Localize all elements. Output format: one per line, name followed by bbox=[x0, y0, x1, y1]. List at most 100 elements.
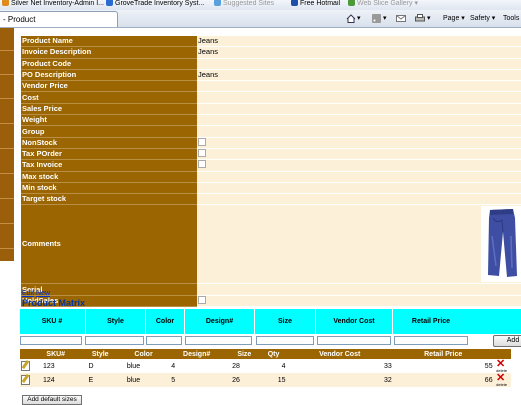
favorite-link-suggested-sites[interactable]: Suggested Sites bbox=[214, 0, 274, 9]
table-row: 124 E blue 5 26 15 32 66 ✕ delete bbox=[20, 373, 511, 387]
design-cell: 5 bbox=[165, 373, 229, 387]
field-row: Cost bbox=[21, 91, 521, 104]
field-value: Jeans bbox=[197, 46, 521, 59]
favorite-link-grovetrade[interactable]: GroveTrade Inventory Syst... bbox=[106, 0, 204, 9]
design-cell: 4 bbox=[165, 359, 229, 373]
holdsales-checkbox[interactable] bbox=[198, 295, 206, 304]
retail-price-input[interactable] bbox=[394, 336, 468, 345]
edit-icon[interactable] bbox=[21, 374, 30, 385]
matrix-header-sku: SKU # bbox=[41, 318, 63, 325]
field-row: Invoice Description Jeans bbox=[21, 46, 521, 59]
sku-grid: SKU# Style Color Design# Size Qty Vendor… bbox=[20, 349, 511, 387]
delete-button[interactable]: ✕ delete bbox=[495, 373, 507, 388]
field-label: Weight bbox=[21, 114, 197, 127]
edit-cell bbox=[20, 373, 33, 387]
print-icon[interactable] bbox=[415, 14, 425, 23]
sku-input[interactable] bbox=[20, 336, 82, 345]
color-cell: blue bbox=[121, 373, 166, 387]
field-value bbox=[197, 80, 521, 93]
grid-header-size: Size bbox=[228, 349, 261, 359]
field-label: Vendor Price bbox=[21, 80, 197, 93]
style-input[interactable] bbox=[85, 336, 144, 345]
action-links: Edit New bbox=[22, 290, 50, 297]
print-dropdown-icon[interactable]: ▾ bbox=[427, 13, 431, 24]
field-label: Min stock bbox=[21, 182, 197, 195]
edit-link[interactable]: Edit bbox=[22, 290, 34, 297]
field-label: Sales Price bbox=[21, 103, 197, 116]
page-menu[interactable]: Page ▾ bbox=[443, 13, 465, 24]
browser-tab[interactable]: - Product bbox=[0, 11, 118, 27]
color-input[interactable] bbox=[146, 336, 182, 345]
tax-invoice-checkbox[interactable] bbox=[198, 160, 206, 169]
field-label: NonStock bbox=[21, 137, 197, 149]
qty-cell: 4 bbox=[260, 359, 287, 373]
design-input[interactable] bbox=[185, 336, 252, 345]
matrix-header-style: Style bbox=[85, 309, 145, 334]
tools-menu[interactable]: Tools bbox=[503, 13, 519, 24]
product-image-jeans bbox=[481, 206, 521, 283]
tax-porder-checkbox[interactable] bbox=[198, 149, 206, 158]
field-row: NonStock bbox=[21, 137, 521, 149]
table-row: 123 D blue 4 28 4 33 55 ✕ delete bbox=[20, 359, 511, 373]
field-row: PO Description Jeans bbox=[21, 69, 521, 82]
menu-divider bbox=[0, 198, 14, 199]
field-row: Product Name Jeans bbox=[21, 36, 521, 48]
field-value bbox=[197, 91, 521, 104]
size-input[interactable] bbox=[256, 336, 314, 345]
delete-button[interactable]: ✕ delete bbox=[495, 359, 507, 374]
field-row: HoldSales bbox=[21, 295, 521, 308]
matrix-input-row: Add bbox=[20, 335, 521, 347]
matrix-header-retail-price: Retail Price bbox=[392, 309, 469, 334]
style-cell: E bbox=[78, 373, 122, 387]
add-button[interactable]: Add bbox=[493, 335, 521, 347]
feed-dropdown-icon[interactable]: ▾ bbox=[383, 13, 387, 24]
favorite-link-web-slice[interactable]: Web Slice Gallery ▾ bbox=[348, 0, 418, 9]
grid-header-sku: SKU# bbox=[33, 349, 79, 359]
field-label: Target stock bbox=[21, 193, 197, 206]
site-icon bbox=[2, 0, 9, 6]
edit-cell bbox=[20, 359, 33, 373]
grid-header-style: Style bbox=[78, 349, 122, 359]
mail-icon[interactable] bbox=[396, 14, 406, 23]
safety-menu[interactable]: Safety ▾ bbox=[470, 13, 495, 24]
menu-divider bbox=[0, 74, 14, 75]
hotmail-icon bbox=[291, 0, 298, 6]
matrix-header-design: Design# bbox=[184, 309, 254, 334]
field-row: Min stock bbox=[21, 182, 521, 195]
menu-divider bbox=[0, 223, 14, 224]
grid-header-retail-price: Retail Price bbox=[392, 349, 494, 359]
matrix-header: SKU # Style Color Design# Size Vendor Co… bbox=[20, 309, 521, 334]
home-icon[interactable] bbox=[346, 14, 356, 23]
add-default-sizes-button[interactable]: Add default sizes bbox=[22, 395, 82, 405]
favorite-link-hotmail[interactable]: Free Hotmail bbox=[291, 0, 340, 9]
nonstock-checkbox[interactable] bbox=[198, 137, 206, 146]
comments-value bbox=[197, 204, 521, 285]
grid-header-qty: Qty bbox=[260, 349, 287, 359]
favorite-link-silver-net[interactable]: Silver Net Inventory-Admin I... bbox=[2, 0, 104, 9]
field-value bbox=[197, 171, 521, 183]
home-dropdown-icon[interactable]: ▾ bbox=[357, 13, 361, 24]
field-value bbox=[197, 193, 521, 206]
new-link[interactable]: New bbox=[36, 290, 50, 297]
matrix-title: Product Matrix bbox=[22, 298, 86, 308]
field-row: Weight bbox=[21, 114, 521, 127]
field-value bbox=[197, 103, 521, 116]
field-label: Invoice Description bbox=[21, 46, 197, 59]
vendor-cost-input[interactable] bbox=[317, 336, 391, 345]
field-value bbox=[197, 182, 521, 195]
field-label: Tax Invoice bbox=[21, 159, 197, 172]
grid-header-vendor-cost: Vendor Cost bbox=[286, 349, 393, 359]
vendor-cost-cell: 33 bbox=[286, 359, 393, 373]
style-cell: D bbox=[78, 359, 122, 373]
field-value bbox=[197, 148, 521, 161]
grid-header-design: Design# bbox=[165, 349, 229, 359]
field-label: Tax POrder bbox=[21, 148, 197, 161]
field-value bbox=[197, 159, 521, 172]
size-cell: 26 bbox=[228, 373, 261, 387]
sku-cell: 123 bbox=[33, 359, 79, 373]
web-slice-icon bbox=[348, 0, 355, 6]
field-row: Sales Price bbox=[21, 103, 521, 116]
field-value: Jeans bbox=[197, 36, 521, 48]
edit-icon[interactable] bbox=[21, 360, 30, 371]
rss-feed-icon[interactable] bbox=[372, 14, 382, 23]
